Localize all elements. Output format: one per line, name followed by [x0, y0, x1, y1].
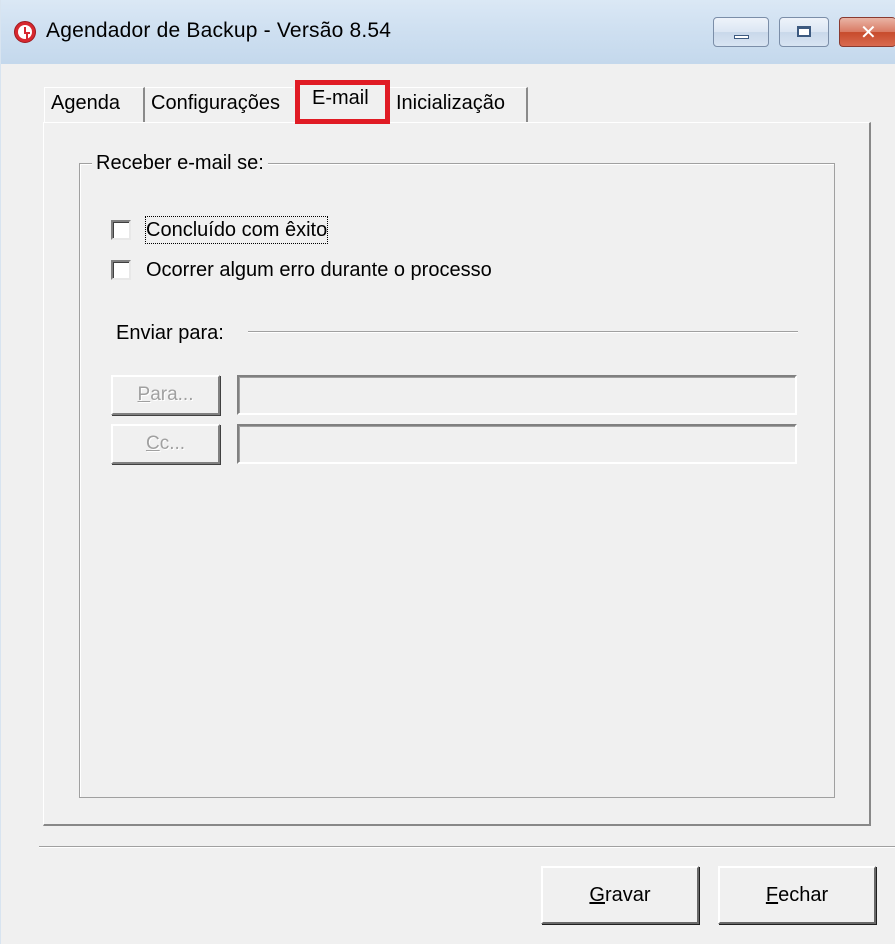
close-icon: ✕: [860, 20, 877, 44]
success-checkbox-label[interactable]: Concluído com êxito: [144, 216, 329, 244]
footer-separator: [39, 846, 895, 848]
send-to-label: Enviar para:: [116, 322, 224, 344]
to-button[interactable]: Para...: [111, 375, 220, 415]
save-button[interactable]: Gravar: [541, 866, 699, 924]
tab-configuracoes[interactable]: Configurações: [145, 87, 293, 122]
group-title: Receber e-mail se:: [92, 151, 268, 175]
to-field[interactable]: [237, 375, 797, 415]
clock-icon: [14, 21, 36, 43]
success-checkbox[interactable]: [111, 220, 131, 240]
cc-field[interactable]: [237, 424, 797, 464]
checkbox-success[interactable]: Concluído com êxito: [111, 216, 351, 245]
tab-agenda[interactable]: Agenda: [44, 87, 145, 122]
minimize-button[interactable]: [713, 17, 769, 47]
close-window-button[interactable]: ✕: [839, 17, 895, 47]
tab-inicializacao[interactable]: Inicialização: [390, 87, 528, 122]
maximize-button[interactable]: [779, 17, 829, 47]
error-checkbox[interactable]: [111, 260, 131, 280]
title-bar[interactable]: Agendador de Backup - Versão 8.54 ✕: [1, 0, 895, 64]
maximize-icon: [797, 26, 811, 37]
minimize-icon: [734, 35, 749, 39]
error-checkbox-label[interactable]: Ocorrer algum erro durante o processo: [146, 257, 492, 283]
close-button[interactable]: Fechar: [718, 866, 876, 924]
checkbox-error[interactable]: Ocorrer algum erro durante o processo: [111, 257, 521, 285]
backup-scheduler-window: Agendador de Backup - Versão 8.54 ✕ Agen…: [0, 0, 895, 944]
send-to-divider: [248, 331, 798, 333]
cc-button[interactable]: Cc...: [111, 424, 220, 464]
tab-email[interactable]: E-mail: [295, 80, 390, 124]
window-title: Agendador de Backup - Versão 8.54: [46, 19, 392, 42]
